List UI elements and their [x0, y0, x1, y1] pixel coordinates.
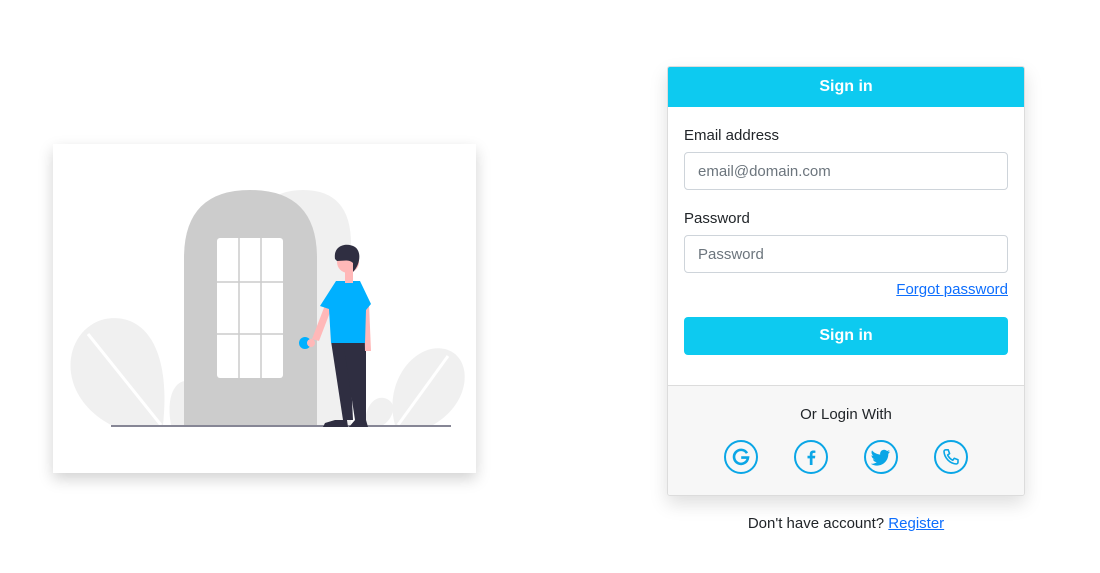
- or-login-with-text: Or Login With: [800, 406, 892, 423]
- register-row: Don't have account? Register: [667, 515, 1025, 532]
- email-label: Email address: [684, 127, 780, 144]
- right-leaf: [392, 348, 465, 425]
- door-window: [217, 238, 283, 378]
- google-icon: [732, 448, 750, 466]
- sign-in-button[interactable]: Sign in: [684, 317, 1008, 355]
- login-card: Sign in Email address Password Forgot pa…: [667, 66, 1025, 496]
- google-login-button[interactable]: [724, 440, 758, 474]
- facebook-login-button[interactable]: [794, 440, 828, 474]
- card-footer: Or Login With: [668, 385, 1024, 495]
- register-prompt: Don't have account?: [747, 515, 885, 532]
- card-title: Sign in: [819, 78, 873, 95]
- password-label: Password: [684, 210, 750, 227]
- card-header: Sign in: [668, 67, 1024, 107]
- forgot-password-link[interactable]: Forgot password: [896, 281, 1008, 298]
- social-login-row: [668, 440, 1024, 474]
- forgot-row: Forgot password: [684, 281, 1008, 301]
- illustration-card: [53, 144, 476, 473]
- register-link[interactable]: Register: [888, 515, 944, 532]
- card-body: Email address Password Forgot password S…: [668, 127, 1024, 355]
- email-input[interactable]: [684, 152, 1008, 190]
- door-illustration: [70, 190, 465, 427]
- facebook-icon: [807, 450, 816, 465]
- phone-login-button[interactable]: [934, 440, 968, 474]
- twitter-login-button[interactable]: [864, 440, 898, 474]
- twitter-icon: [871, 449, 890, 466]
- password-input[interactable]: [684, 235, 1008, 273]
- phone-icon: [943, 449, 959, 465]
